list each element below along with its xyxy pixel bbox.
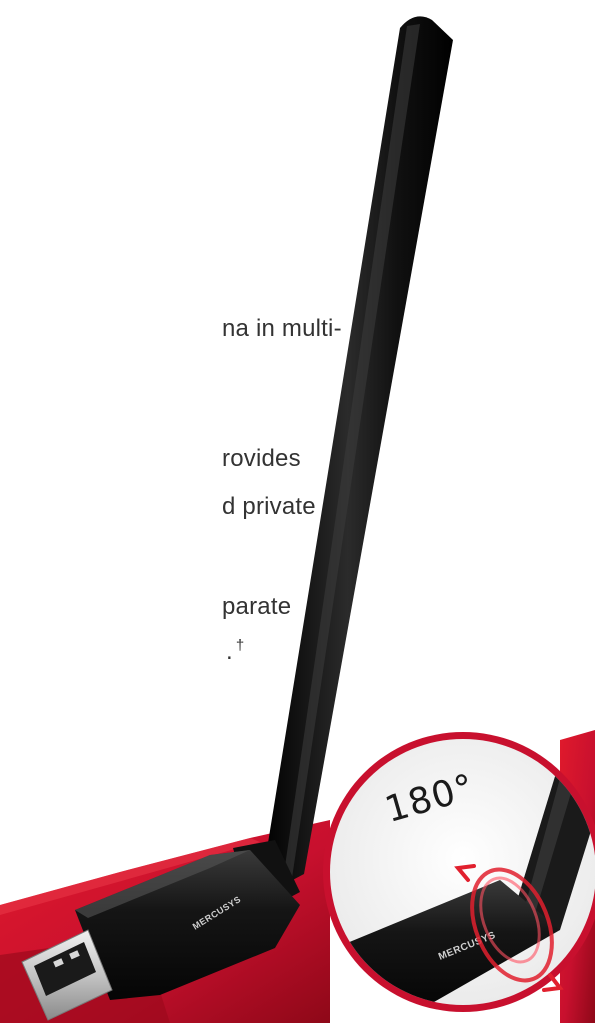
product-hero: MERCUSYS MERCUSYS 180° na in multi- rovi…	[0, 0, 595, 1023]
feature-text-line-5: . †	[226, 637, 244, 666]
feature-text-line-4: parate	[222, 593, 292, 620]
feature-text-line-2: rovides	[222, 445, 301, 472]
footnote-period: .	[226, 638, 233, 665]
feature-text-line-1: na in multi-	[222, 315, 342, 342]
feature-text-line-3: d private	[222, 493, 316, 520]
footnote-dagger: †	[235, 637, 245, 654]
